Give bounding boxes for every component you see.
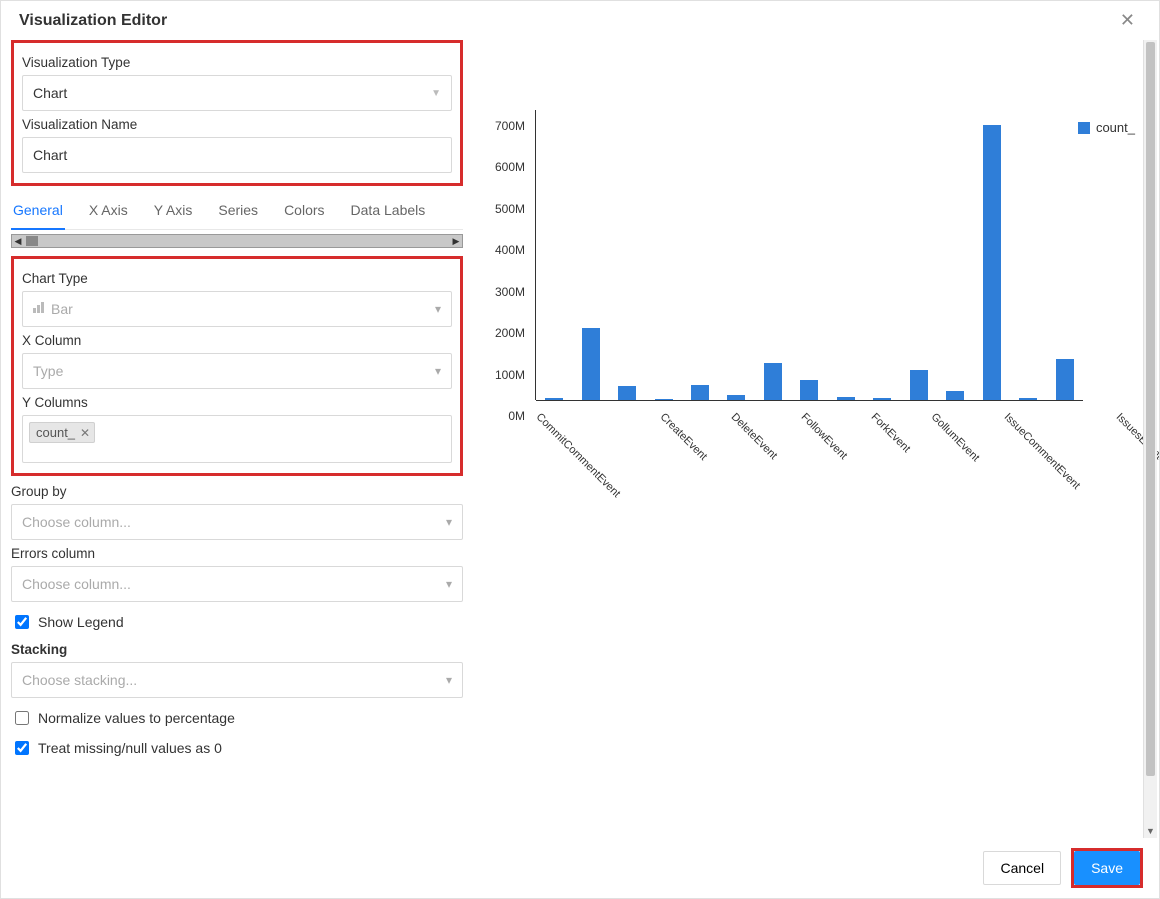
chart-bar bbox=[691, 385, 709, 400]
save-button[interactable]: Save bbox=[1074, 851, 1140, 885]
y-axis-tick: 600M bbox=[495, 160, 525, 174]
errors-column-select[interactable]: Choose column... ▾ bbox=[11, 566, 463, 602]
chart-type-label: Chart Type bbox=[22, 271, 452, 286]
stacking-label: Stacking bbox=[11, 642, 463, 657]
caret-down-icon: ▾ bbox=[446, 673, 452, 687]
tabs: General X Axis Y Axis Series Colors Data… bbox=[11, 194, 463, 230]
y-column-tag: count_ ✕ bbox=[29, 422, 95, 443]
bar-chart: 0M 100M 200M 300M 400M 500M 600M 700M CommitCom… bbox=[483, 110, 1083, 520]
y-columns-input[interactable]: count_ ✕ bbox=[22, 415, 452, 463]
scroll-left-icon: ◀ bbox=[12, 235, 24, 247]
bar-chart-icon bbox=[33, 302, 47, 316]
tabs-scrollbar[interactable]: ◀ ▶ bbox=[11, 234, 463, 248]
scroll-thumb[interactable] bbox=[1146, 42, 1155, 776]
show-legend-checkbox[interactable]: Show Legend bbox=[11, 612, 463, 632]
cancel-button[interactable]: Cancel bbox=[983, 851, 1061, 885]
chart-bar bbox=[910, 370, 928, 400]
remove-tag-icon[interactable]: ✕ bbox=[80, 426, 90, 440]
caret-down-icon: ▾ bbox=[435, 364, 441, 378]
viz-type-select[interactable]: Chart ▼ bbox=[22, 75, 452, 111]
scroll-down-icon: ▼ bbox=[1144, 824, 1157, 838]
tab-series[interactable]: Series bbox=[216, 194, 260, 229]
y-axis-tick: 0M bbox=[508, 409, 525, 423]
x-axis-label: IssueCommentEvent bbox=[994, 404, 1082, 492]
chart-bar bbox=[582, 328, 600, 401]
tab-colors[interactable]: Colors bbox=[282, 194, 326, 229]
errors-column-label: Errors column bbox=[11, 546, 463, 561]
caret-down-icon: ▾ bbox=[435, 302, 441, 316]
chevron-down-icon: ▼ bbox=[431, 88, 441, 99]
viz-name-label: Visualization Name bbox=[22, 117, 452, 132]
chart-bar bbox=[946, 391, 964, 400]
caret-down-icon: ▾ bbox=[446, 515, 452, 529]
y-axis-tick: 300M bbox=[495, 285, 525, 299]
y-columns-label: Y Columns bbox=[22, 395, 452, 410]
y-axis-tick: 100M bbox=[495, 368, 525, 382]
tab-y-axis[interactable]: Y Axis bbox=[152, 194, 195, 229]
chart-axes-section: Chart Type Bar ▾ X Column Type ▾ Y Colum… bbox=[11, 256, 463, 476]
x-axis-label: CreateEvent bbox=[650, 404, 709, 463]
tab-x-axis[interactable]: X Axis bbox=[87, 194, 130, 229]
dialog-title: Visualization Editor bbox=[19, 12, 167, 30]
scroll-right-icon: ▶ bbox=[450, 235, 462, 247]
x-axis-label: FollowEvent bbox=[791, 404, 849, 462]
chart-legend: count_ bbox=[1078, 120, 1135, 135]
normalize-checkbox[interactable]: Normalize values to percentage bbox=[11, 708, 463, 728]
x-column-select[interactable]: Type ▾ bbox=[22, 353, 452, 389]
caret-down-icon: ▾ bbox=[446, 577, 452, 591]
tab-general[interactable]: General bbox=[11, 194, 65, 230]
viz-type-label: Visualization Type bbox=[22, 55, 452, 70]
chart-bar bbox=[1056, 359, 1074, 400]
group-by-label: Group by bbox=[11, 484, 463, 499]
chart-type-select[interactable]: Bar ▾ bbox=[22, 291, 452, 327]
x-axis-label: CommitCommentEvent bbox=[527, 404, 623, 500]
close-button[interactable]: ✕ bbox=[1114, 9, 1141, 32]
y-axis-tick: 400M bbox=[495, 243, 525, 257]
vertical-scrollbar[interactable]: ▲ ▼ bbox=[1143, 40, 1157, 838]
tab-data-labels[interactable]: Data Labels bbox=[349, 194, 428, 229]
save-button-highlight: Save bbox=[1071, 848, 1143, 888]
scroll-thumb[interactable] bbox=[26, 236, 38, 246]
y-axis-tick: 500M bbox=[495, 202, 525, 216]
close-icon: ✕ bbox=[1120, 10, 1135, 30]
treat-null-checkbox[interactable]: Treat missing/null values as 0 bbox=[11, 738, 463, 758]
x-axis-label: DeleteEvent bbox=[721, 404, 779, 462]
chart-bar bbox=[800, 380, 818, 400]
chart-bar bbox=[983, 125, 1001, 401]
viz-type-name-section: Visualization Type Chart ▼ Visualization… bbox=[11, 40, 463, 186]
viz-name-input[interactable] bbox=[22, 137, 452, 173]
group-by-select[interactable]: Choose column... ▾ bbox=[11, 504, 463, 540]
x-axis-label: ForkEvent bbox=[861, 404, 912, 455]
y-axis-tick: 700M bbox=[495, 119, 525, 133]
y-axis-tick: 200M bbox=[495, 326, 525, 340]
chart-bar bbox=[618, 386, 636, 400]
chart-bar bbox=[764, 363, 782, 400]
x-column-label: X Column bbox=[22, 333, 452, 348]
x-axis-label: GollumEvent bbox=[921, 404, 981, 464]
stacking-select[interactable]: Choose stacking... ▾ bbox=[11, 662, 463, 698]
